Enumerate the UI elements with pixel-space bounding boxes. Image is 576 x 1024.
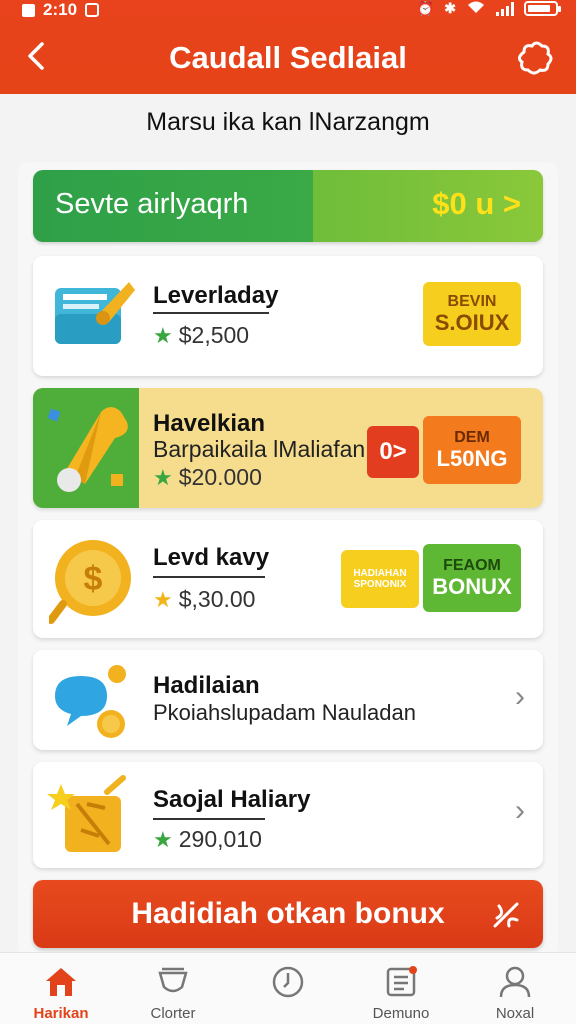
count-badge[interactable]: 0> <box>367 426 419 478</box>
page-title: Caudall Sedlaial <box>169 40 407 75</box>
notification-icon <box>22 3 35 17</box>
page-subtitle: Marsu ika kan lNarzangm <box>146 108 430 136</box>
header-action-button[interactable] <box>516 40 554 76</box>
app-notification-icon <box>85 3 100 17</box>
claim-bonus-button[interactable]: Hadidiah otkan bonux <box>33 880 543 948</box>
list-item[interactable]: Havelkian Barpaikaila lMaliafan ★ $20.00… <box>33 388 543 508</box>
document-icon <box>55 282 135 344</box>
bonus-badge[interactable]: BEVIN S.OIUX <box>423 282 521 346</box>
bluetooth-icon: ✱ <box>444 0 456 16</box>
chevron-right-icon: › <box>515 794 525 827</box>
star-icon: ★ <box>153 826 173 852</box>
sparkle-icon <box>493 902 519 928</box>
nav-item-profile[interactable]: Noxal <box>460 953 570 1024</box>
list-item[interactable]: Leverladay ★ $2,500 BEVIN S.OIUX <box>33 256 543 376</box>
card-title: Havelkian <box>153 410 266 437</box>
balance-value: $0 u > <box>432 186 521 221</box>
star-icon: ★ <box>153 464 173 490</box>
chevron-left-icon <box>28 42 44 70</box>
svg-text:$: $ <box>84 560 103 598</box>
nav-item-clorter[interactable]: Clorter <box>118 953 228 1024</box>
clock-icon <box>272 966 304 998</box>
promo-badge[interactable]: HADIAHAN SPONONIX <box>341 550 419 608</box>
bell-icon <box>47 407 128 492</box>
battery-icon <box>524 1 561 16</box>
bottom-nav: Harikan Clorter Demuno Noxal <box>0 952 576 1024</box>
nav-item-home[interactable]: Harikan <box>6 953 116 1024</box>
alarm-icon: ⏰ <box>416 0 435 16</box>
chevron-right-icon: › <box>515 680 525 713</box>
coin-icon: $ <box>49 540 131 624</box>
signal-icon <box>496 1 514 16</box>
back-button[interactable] <box>20 38 56 74</box>
card-price: ★ $20.000 <box>153 464 262 490</box>
star-icon: ★ <box>153 586 173 612</box>
list-item[interactable]: $ Levd kavy ★ $,30.00 HADIAHAN SPONONIX … <box>33 520 543 638</box>
card-title: Levd kavy <box>153 544 270 571</box>
list-icon <box>386 966 417 997</box>
nav-item-demuno[interactable]: Demuno <box>346 953 456 1024</box>
card-title: Saojal Haliary <box>153 786 311 813</box>
card-subtitle: Pkoiahslupadam Nauladan <box>153 700 416 725</box>
star-icon: ★ <box>153 322 173 348</box>
bonus-badge[interactable]: DEM L50NG <box>423 416 521 484</box>
app-header: 2:10 ⏰ ✱ Caudall Sedlaial <box>0 0 576 94</box>
status-time: 2:10 <box>43 0 78 19</box>
bonus-badge[interactable]: FEAOM BONUX <box>423 544 521 612</box>
cup-icon <box>158 967 188 993</box>
card-subtitle: Barpaikaila lMaliafan <box>153 436 366 462</box>
list-item[interactable]: Hadilaian Pkoiahslupadam Nauladan › <box>33 650 543 750</box>
card-price: ★ $2,500 <box>153 322 250 348</box>
balance-bar[interactable]: Sevte airlyaqrh $0 u > <box>33 170 543 242</box>
nav-item-history[interactable] <box>233 953 343 1024</box>
balance-label: Sevte airlyaqrh <box>55 188 249 220</box>
gift-icon <box>47 775 126 852</box>
status-bar: 2:10 ⏰ ✱ <box>0 0 576 22</box>
card-price: ★ 290,010 <box>153 826 262 852</box>
home-icon <box>46 968 76 996</box>
card-title: Leverladay <box>153 282 279 309</box>
card-price: ★ $,30.00 <box>153 586 256 612</box>
card-title: Hadilaian <box>153 672 260 699</box>
user-icon <box>499 966 531 998</box>
wifi-icon <box>466 0 486 17</box>
puzzle-icon <box>517 41 553 75</box>
list-item[interactable]: Saojal Haliary ★ 290,010 › <box>33 762 543 868</box>
chat-coin-icon <box>55 665 126 738</box>
